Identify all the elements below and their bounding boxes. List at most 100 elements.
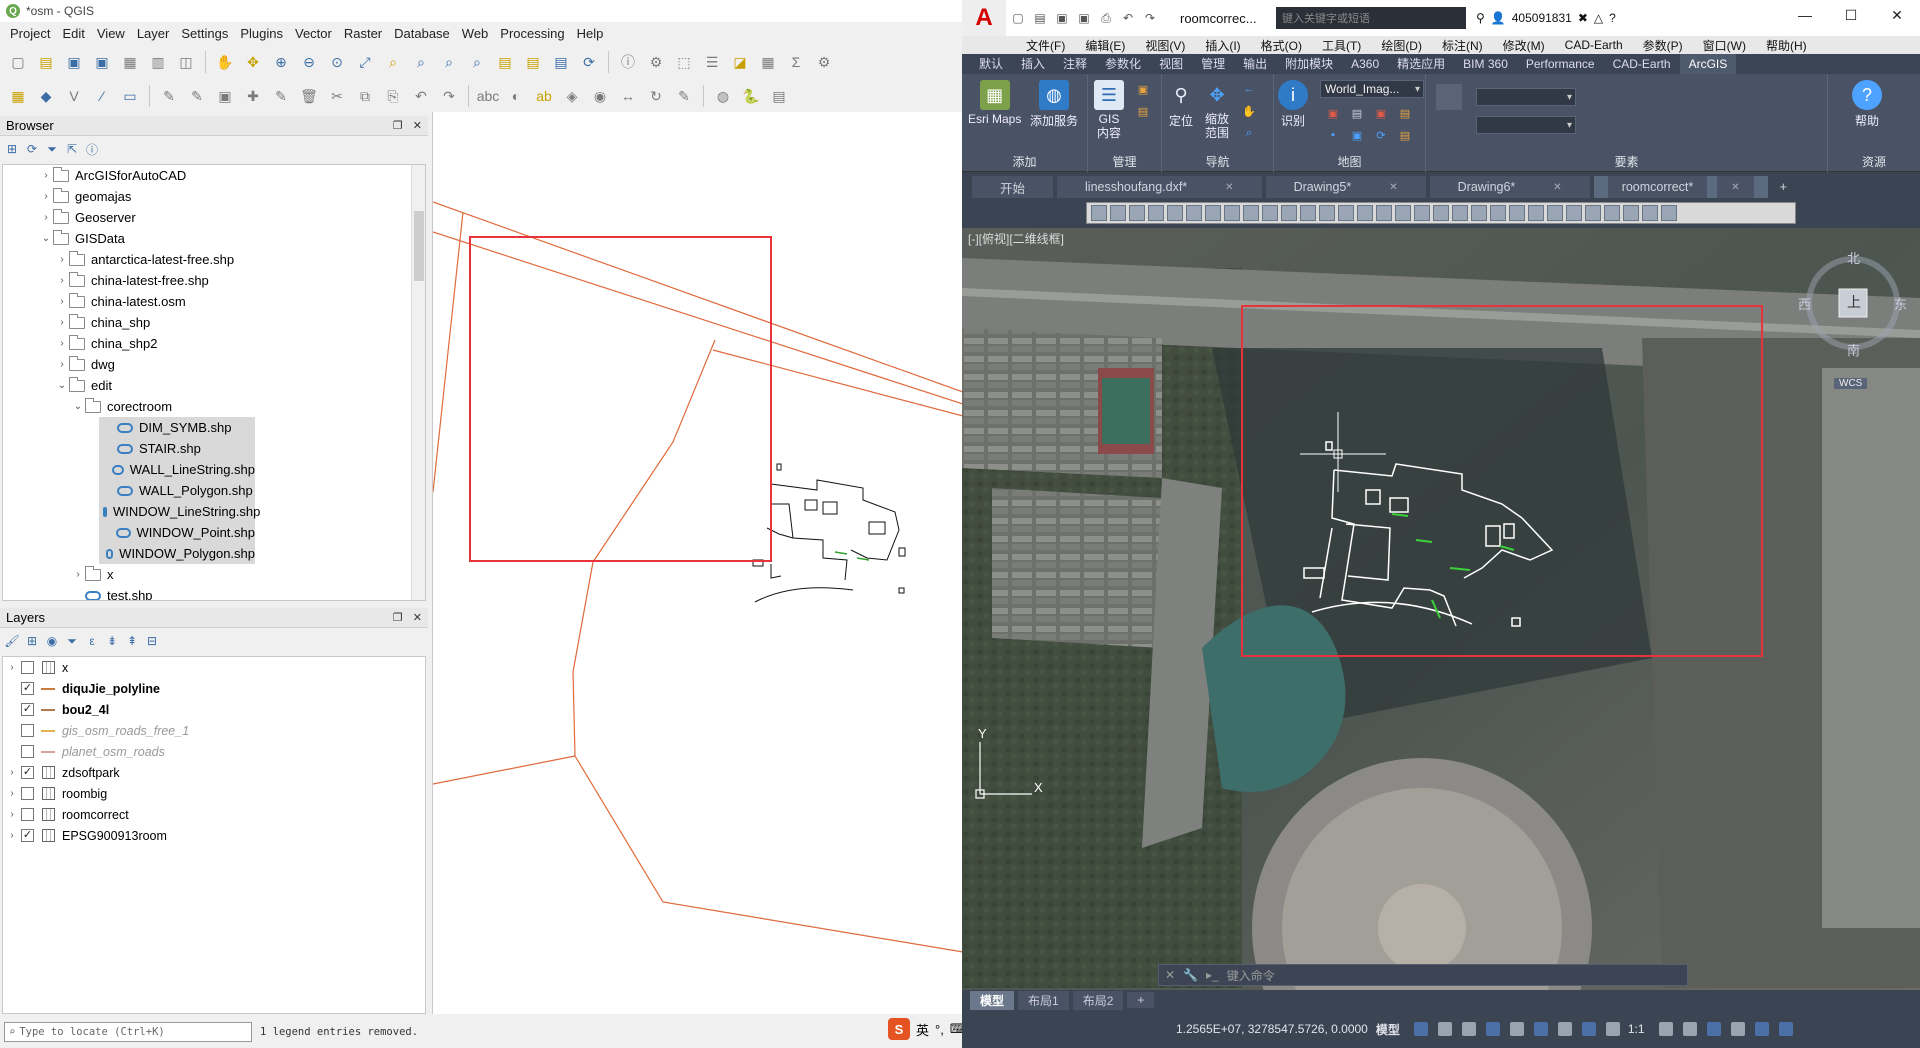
statistics-icon[interactable]: Σ [784,50,808,74]
isolate-icon[interactable] [1706,1022,1721,1036]
qgis-menu-project[interactable]: Project [4,26,56,41]
select-features-icon[interactable]: ⬚ [672,50,696,74]
copy-features-icon[interactable]: ⧉ [353,84,377,108]
pan-icon[interactable]: ✋ [1242,104,1256,118]
ortho-icon[interactable] [1461,1022,1476,1036]
layout-tab[interactable]: 模型 [970,990,1015,1010]
ribbon-tab[interactable]: A360 [1342,54,1388,74]
zoom-layer-icon[interactable]: ⌕ [409,50,433,74]
tool-icon[interactable] [1623,205,1639,221]
expand-arrow-icon[interactable]: › [55,254,69,265]
vertex-tool-icon[interactable]: ✎ [269,84,293,108]
save-as-icon[interactable]: ▣ [1076,10,1092,26]
exchange-icon[interactable]: ✖ [1578,11,1588,25]
expand-arrow-icon[interactable]: ⌄ [55,380,69,391]
expand-arrow-icon[interactable]: › [55,296,69,307]
zoom-icon[interactable]: ⌕ [1242,126,1256,140]
pin-labels-icon[interactable]: ◈ [560,84,584,108]
python-console-icon[interactable]: 🐍 [739,84,763,108]
cad-menu-item[interactable]: 窗口(W) [1693,37,1756,54]
locate-button[interactable]: ⚲ 定位 [1166,80,1196,129]
pan-icon[interactable]: ✋ [213,50,237,74]
save-project-icon[interactable]: ▣ [62,50,86,74]
layer-visibility-checkbox[interactable] [21,724,34,737]
tool-icon[interactable] [1452,205,1468,221]
layer-visibility-checkbox[interactable]: ✓ [21,682,34,695]
highlight-labels-icon[interactable]: ab [532,84,556,108]
layer-visibility-checkbox[interactable]: ✓ [21,703,34,716]
current-edits-icon[interactable]: ✎ [157,84,181,108]
delete-selected-icon[interactable]: 🗑 [297,84,321,108]
gear-icon[interactable] [1658,1022,1673,1036]
cad-menu-item[interactable]: 格式(O) [1251,37,1312,54]
qgis-menu-settings[interactable]: Settings [175,26,234,41]
expand-arrow-icon[interactable]: › [39,191,53,202]
close-tab-icon[interactable]: ✕ [1717,176,1754,198]
expand-arrow-icon[interactable]: › [39,170,53,181]
qgis-menu-vector[interactable]: Vector [289,26,338,41]
browser-item[interactable]: › antarctica-latest-free.shp [3,249,425,270]
ribbon-tab[interactable]: 附加模块 [1276,54,1342,74]
help-icon[interactable]: ? [1609,11,1616,25]
open-layer-styling-icon[interactable]: 🖌 [4,633,20,649]
identify-icon[interactable]: ⓘ [616,50,640,74]
float-panel-icon[interactable]: ❐ [393,611,403,624]
wrench-icon[interactable]: 🔧 [1183,968,1198,982]
refresh-browser-icon[interactable]: ⟳ [24,141,40,157]
minimize-button[interactable]: — [1782,0,1828,30]
close-tab-icon[interactable]: ✕ [1211,176,1248,198]
collapse-all-icon[interactable]: ⇱ [64,141,80,157]
add-feature-icon[interactable]: ✚ [241,84,265,108]
tool-icon[interactable] [1110,205,1126,221]
zoom-native-icon[interactable]: ⊙ [325,50,349,74]
cad-viewport[interactable]: Y X [-][俯视][二维线框] 上 北 南 东 西 WCS ✕ 🔧 ▸_ 键… [962,228,1920,990]
zoom-extent-button[interactable]: ✥ 缩放 范围 [1202,80,1232,141]
tool-icon[interactable] [1528,205,1544,221]
properties-icon[interactable]: ⓘ [84,141,100,157]
map-tool-icon[interactable]: ⟳ [1374,128,1388,142]
save-as-icon[interactable]: ▣ [90,50,114,74]
cad-menu-item[interactable]: 编辑(E) [1075,37,1135,54]
ribbon-tab[interactable]: 参数化 [1096,54,1150,74]
close-tab-icon[interactable]: ✕ [1539,176,1576,198]
cad-menu-item[interactable]: 修改(M) [1493,37,1555,54]
add-vector-layer-icon[interactable]: V [62,84,86,108]
tool-icon[interactable] [1300,205,1316,221]
new-tab-button[interactable]: + [1772,176,1795,198]
add-service-button[interactable]: ◍ 添加服务 [1030,80,1078,129]
add-layout-button[interactable]: + [1127,992,1155,1008]
redo-icon[interactable]: ↷ [437,84,461,108]
browser-item[interactable]: STAIR.shp [99,438,255,459]
layout-manager-icon[interactable]: ▥ [146,50,170,74]
locator-bar[interactable]: ⌕ Type to locate (Ctrl+K) [4,1022,252,1042]
feature-layer-select[interactable] [1476,88,1576,106]
style-manager-icon[interactable]: ◫ [174,50,198,74]
browser-item[interactable]: › ArcGISforAutoCAD [3,165,425,186]
layer-item[interactable]: planet_osm_roads [3,741,425,762]
undo-icon[interactable]: ↶ [409,84,433,108]
tool-icon[interactable] [1148,205,1164,221]
grid-icon[interactable] [1413,1022,1428,1036]
new-map-view-icon[interactable]: ▤ [493,50,517,74]
hardware-accel-icon[interactable] [1730,1022,1745,1036]
browser-item[interactable]: WALL_LineString.shp [99,459,255,480]
browser-item[interactable]: WINDOW_Point.shp [99,522,255,543]
label-tool-icon[interactable]: abc [476,84,500,108]
data-source-manager-icon[interactable]: ▦ [6,84,30,108]
layer-item[interactable]: gis_osm_roads_free_1 [3,720,425,741]
workspace-icon[interactable] [1605,1022,1620,1036]
browser-item[interactable]: › china_shp2 [3,333,425,354]
tool-icon[interactable] [1395,205,1411,221]
tool-icon[interactable] [1205,205,1221,221]
tool-icon[interactable] [1224,205,1240,221]
ribbon-tab[interactable]: 插入 [1012,54,1054,74]
expand-arrow-icon[interactable]: › [55,275,69,286]
maximize-button[interactable]: ☐ [1828,0,1874,30]
browser-item[interactable]: ⌄ edit [3,375,425,396]
qgis-menu-raster[interactable]: Raster [338,26,388,41]
layer-item[interactable]: › ✓ zdsoftpark [3,762,425,783]
add-wms-layer-icon[interactable]: ▭ [118,84,142,108]
move-label-icon[interactable]: ↔ [616,84,640,108]
change-label-icon[interactable]: ✎ [672,84,696,108]
print-icon[interactable]: ⎙ [1098,10,1114,26]
